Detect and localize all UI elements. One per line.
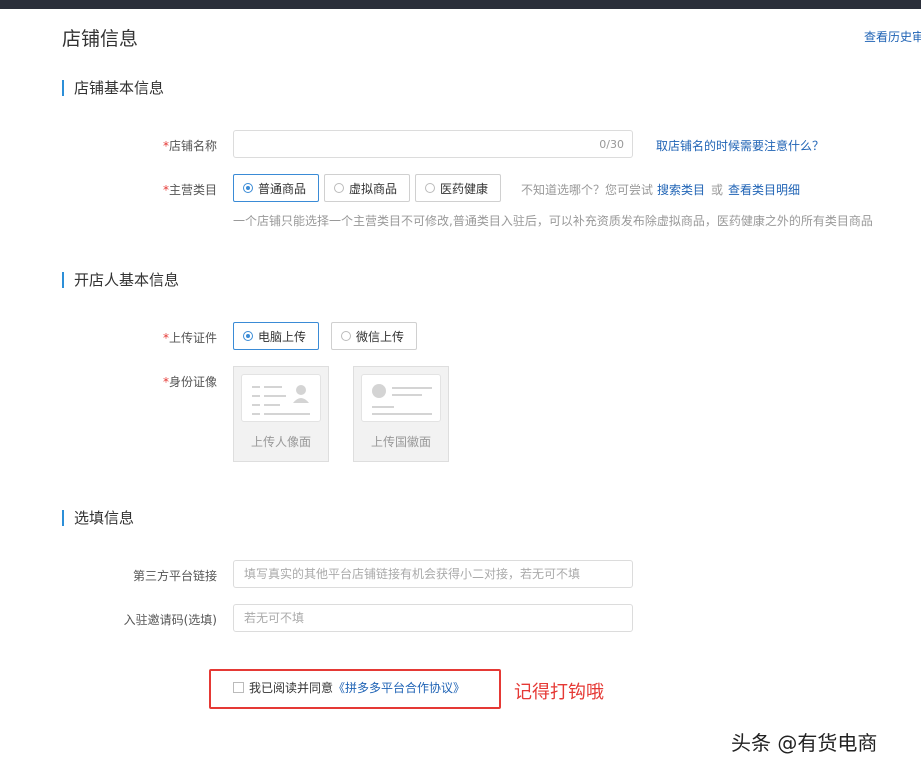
category-option-medical[interactable]: 医药健康	[415, 174, 501, 202]
watermark: 头条 @有货电商	[731, 731, 878, 755]
third-party-field[interactable]	[233, 560, 633, 588]
store-name-counter: 0/30	[599, 138, 624, 151]
radio-unchecked-icon	[334, 183, 344, 193]
category-prompt: 不知道选哪个？您可尝试	[521, 183, 654, 197]
third-party-label: 第三方平台链接	[132, 569, 217, 583]
id-front-upload[interactable]: 上传人像面	[233, 366, 329, 462]
category-option-virtual[interactable]: 虚拟商品	[324, 174, 410, 202]
id-card-label-text: 身份证像	[168, 375, 217, 389]
upload-option-label: 微信上传	[356, 329, 405, 344]
radio-checked-icon	[243, 331, 253, 341]
annotation-note: 记得打钩哦	[514, 682, 604, 703]
store-name-label-text: 店铺名称	[168, 139, 217, 153]
store-name-input[interactable]	[234, 131, 632, 157]
upload-option-wechat[interactable]: 微信上传	[331, 322, 417, 350]
upload-method-label-text: 上传证件	[168, 331, 217, 345]
store-name-help-link[interactable]: 取店铺名的时候需要注意什么？	[656, 137, 824, 154]
store-name-field[interactable]: 0/30	[233, 130, 633, 158]
upload-option-computer[interactable]: 电脑上传	[233, 322, 319, 350]
third-party-input[interactable]	[234, 561, 632, 587]
id-back-upload-label: 上传国徽面	[370, 435, 431, 449]
category-detail-link[interactable]: 查看类目明细	[728, 181, 800, 198]
top-bar	[0, 0, 921, 9]
upload-method-label: *上传证件	[97, 329, 217, 346]
category-option-label: 虚拟商品	[349, 181, 398, 196]
invite-code-label: 入驻邀请码(选填)	[123, 613, 217, 627]
store-name-label: *店铺名称	[97, 137, 217, 154]
search-category-link[interactable]: 搜索类目	[657, 181, 705, 198]
section-title-optional: 选填信息	[62, 510, 134, 526]
category-option-label: 普通商品	[258, 181, 307, 196]
radio-checked-icon	[243, 183, 253, 193]
id-card-back-icon	[361, 374, 441, 422]
section-title-owner: 开店人基本信息	[62, 272, 179, 288]
radio-unchecked-icon	[425, 183, 435, 193]
category-or-text: 或	[711, 183, 724, 197]
invite-code-input[interactable]	[234, 605, 632, 631]
page-title: 店铺信息	[62, 28, 139, 50]
annotation-highlight-box	[209, 669, 501, 709]
category-label-text: 主营类目	[168, 183, 217, 197]
category-option-general[interactable]: 普通商品	[233, 174, 319, 202]
radio-unchecked-icon	[341, 331, 351, 341]
section-title-basic: 店铺基本信息	[62, 80, 164, 96]
category-label: *主营类目	[97, 181, 217, 198]
id-card-front-icon	[241, 374, 321, 422]
category-note: 一个店铺只能选择一个主营类目不可修改,普通类目入驻后，可以补充资质发布除虚拟商品…	[233, 214, 873, 228]
id-front-upload-label: 上传人像面	[250, 435, 311, 449]
id-card-label: *身份证像	[97, 373, 217, 390]
category-option-label: 医药健康	[440, 181, 489, 196]
id-back-upload[interactable]: 上传国徽面	[353, 366, 449, 462]
view-history-link[interactable]: 查看历史审	[864, 28, 921, 45]
upload-option-label: 电脑上传	[258, 329, 307, 344]
invite-code-field[interactable]	[233, 604, 633, 632]
